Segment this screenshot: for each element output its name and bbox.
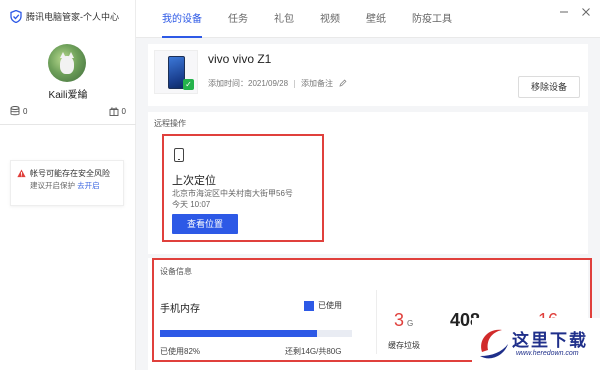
minimize-icon [560, 11, 568, 13]
location-address: 北京市海淀区中关村南大街甲56号 [172, 189, 293, 198]
device-info-label: 设备信息 [160, 267, 192, 276]
tab-epidemic-tools[interactable]: 防疫工具 [412, 0, 452, 38]
meta-separator [294, 79, 296, 88]
storage-used-percent: 已使用82% [160, 347, 201, 356]
risk-title: 帐号可能存在安全风险 [30, 169, 110, 178]
sidebar-divider [0, 124, 136, 125]
site-watermark: 这里下载 www.heredown.com [472, 318, 600, 370]
database-icon [10, 106, 20, 116]
tab-bar: 我的设备 任务 礼包 视频 壁纸 防疫工具 [162, 0, 478, 38]
add-note-link[interactable]: 添加备注 [301, 78, 333, 89]
watermark-logo-icon [480, 329, 508, 359]
minimize-button[interactable] [558, 6, 570, 18]
storage-progress-fill [160, 330, 318, 337]
storage-count: 0 [23, 106, 28, 116]
username: Kaili爱綸 [48, 90, 88, 101]
close-button[interactable] [580, 6, 592, 18]
profile-stats: 0 0 [10, 106, 126, 116]
info-divider [376, 290, 377, 354]
gift-stat[interactable]: 0 [109, 106, 126, 116]
tablet-icon [174, 148, 184, 162]
avatar-cat-image [60, 52, 74, 74]
gift-count: 0 [121, 106, 126, 116]
enable-protection-link[interactable]: 去开启 [77, 181, 100, 190]
storage-remaining: 还剩14G/共80G [285, 347, 342, 356]
window-controls [558, 6, 592, 18]
location-time: 今天 10:07 [172, 200, 211, 209]
top-bar: 我的设备 任务 礼包 视频 壁纸 防疫工具 [136, 0, 600, 38]
last-location-panel: 上次定位 北京市海淀区中关村南大街甲56号 今天 10:07 查看位置 [162, 134, 324, 242]
sidebar: 腾讯电脑管家-个人中心 Kaili爱綸 0 0 帐号可能存在安全风险 建议开启保… [0, 0, 136, 370]
app-title: 腾讯电脑管家-个人中心 [10, 10, 119, 23]
device-thumbnail: ✓ [154, 50, 198, 94]
storage-legend: 已使用 [304, 300, 342, 311]
device-name: vivo vivo Z1 [208, 52, 272, 66]
cache-junk-value: 3 [394, 310, 405, 330]
legend-used-label: 已使用 [318, 301, 342, 310]
last-location-title: 上次定位 [172, 175, 216, 187]
verified-check-icon: ✓ [183, 79, 194, 90]
remote-operations-card: 远程操作 上次定位 北京市海淀区中关村南大街甲56号 今天 10:07 查看位置 [148, 112, 588, 254]
cache-junk-unit: G [407, 319, 414, 328]
tab-my-devices[interactable]: 我的设备 [162, 0, 202, 38]
view-location-button[interactable]: 查看位置 [172, 214, 238, 234]
close-icon [582, 8, 590, 16]
phone-storage-title: 手机内存 [160, 304, 200, 315]
device-meta: 添加时间：2021/09/28 添加备注 [208, 78, 347, 89]
device-card: ✓ vivo vivo Z1 添加时间：2021/09/28 添加备注 移除设备 [148, 44, 588, 106]
tab-tasks[interactable]: 任务 [228, 0, 248, 38]
shield-icon [10, 10, 22, 23]
storage-stat[interactable]: 0 [10, 106, 27, 116]
security-risk-notice: 帐号可能存在安全风险 建议开启保护 去开启 [10, 160, 124, 206]
warning-icon [17, 169, 26, 178]
cache-junk-label: 缓存垃圾 [388, 341, 420, 350]
legend-used-swatch [304, 300, 314, 311]
risk-suggestion: 建议开启保护 [30, 181, 75, 190]
tab-videos[interactable]: 视频 [320, 0, 340, 38]
watermark-url: www.heredown.com [516, 350, 579, 357]
device-added-time: 添加时间：2021/09/28 [208, 79, 289, 88]
remote-section-label: 远程操作 [154, 119, 186, 128]
app-title-text: 腾讯电脑管家-个人中心 [26, 12, 119, 22]
pencil-icon[interactable] [339, 79, 347, 89]
gift-icon [109, 107, 118, 116]
main-panel: 我的设备 任务 礼包 视频 壁纸 防疫工具 ✓ vivo vivo Z1 添加时… [136, 0, 600, 370]
avatar[interactable] [48, 44, 86, 82]
cache-junk-metric: 3 G [394, 310, 413, 331]
remove-device-button[interactable]: 移除设备 [518, 76, 580, 98]
tab-wallpapers[interactable]: 壁纸 [366, 0, 386, 38]
watermark-text: 这里下载 [512, 331, 588, 351]
storage-progress-bar [160, 330, 352, 337]
tab-gifts[interactable]: 礼包 [274, 0, 294, 38]
